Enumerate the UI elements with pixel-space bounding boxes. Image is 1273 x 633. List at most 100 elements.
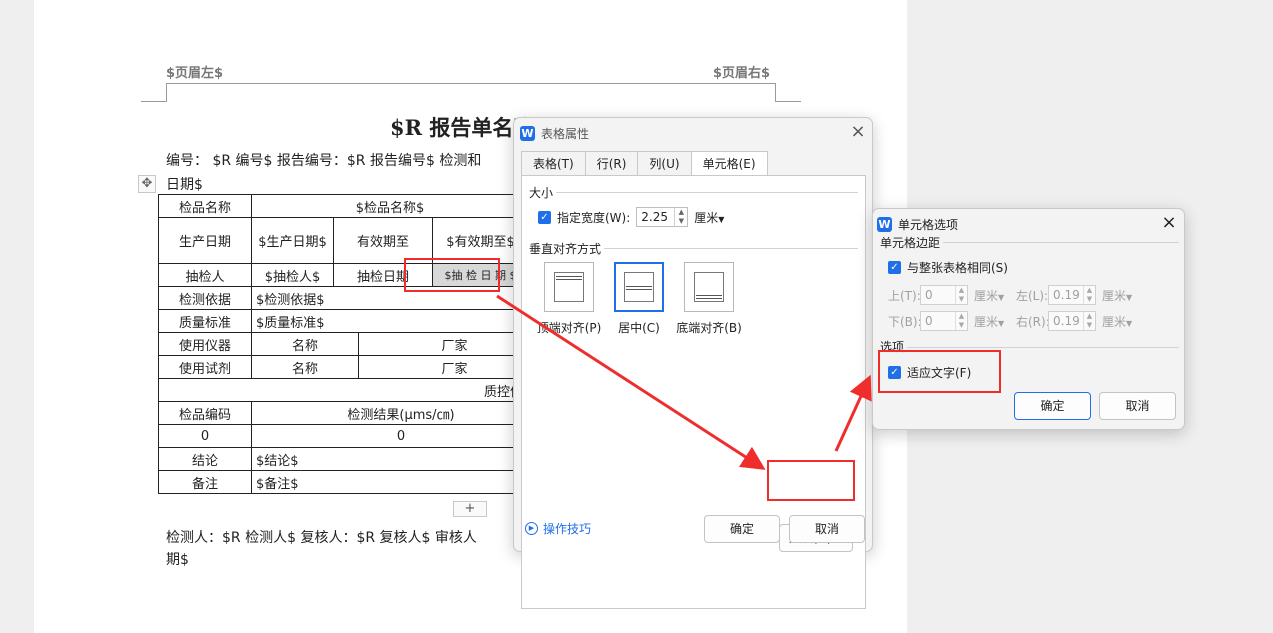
add-row-button[interactable]: + — [453, 501, 487, 517]
unit-label: 厘米 — [974, 314, 999, 329]
info-line[interactable]: 编号： $R 编号$ 报告编号：$R 报告编号$ 检测和 — [166, 150, 481, 170]
chevron-down-icon: ▼ — [718, 214, 725, 224]
table-cell[interactable]: 检品名称 — [158, 194, 252, 218]
align-line — [626, 289, 652, 290]
table-cell[interactable]: 检测结果(μms/㎝) — [250, 401, 552, 425]
table-row: 结论 $结论$ — [158, 447, 552, 471]
wps-app-icon: W — [877, 216, 892, 232]
table-cell[interactable]: 结论 — [158, 447, 252, 471]
valign-center-button[interactable] — [614, 262, 664, 312]
tips-link[interactable]: ▶ 操作技巧 — [525, 520, 591, 537]
header-divider — [166, 83, 776, 84]
dialog-titlebar: W 单元格选项 — [877, 214, 958, 234]
signature-line-continued[interactable]: 期$ — [166, 549, 189, 569]
table-row: 使用试剂 名称 厂家 — [158, 355, 552, 379]
align-line — [696, 298, 722, 299]
header-corner-left — [166, 84, 167, 102]
table-row: 质控信息 — [157, 378, 552, 402]
tab-bar: 表格(T) 行(R) 列(U) 单元格(E) — [521, 151, 768, 176]
dialog-title: 表格属性 — [541, 126, 590, 141]
align-line — [696, 295, 722, 296]
cell-tab-panel: 大小 ✓ 指定宽度(W): 2.25 ▲ ▼ 厘米▼ 垂直对齐方式 顶端对齐(P… — [521, 175, 866, 609]
section-divider — [943, 242, 1179, 243]
cancel-button[interactable]: 取消 — [1099, 392, 1176, 420]
same-as-table-row[interactable]: ✓ 与整张表格相同(S) — [888, 259, 1008, 276]
specify-width-label: 指定宽度(W): — [557, 210, 631, 225]
valign-section-label: 垂直对齐方式 — [529, 242, 602, 256]
left-label: 左(L): — [1016, 288, 1049, 303]
table-cell[interactable]: $结论$ — [250, 447, 552, 471]
cancel-button[interactable]: 取消 — [789, 515, 865, 543]
close-icon[interactable]: × — [1158, 212, 1180, 234]
cell-options-dialog: W 单元格选项 × 单元格边距 ✓ 与整张表格相同(S) 上(T): 0 ▲ ▼ 厘… — [872, 208, 1185, 430]
table-cell[interactable]: $抽检人$ — [251, 263, 334, 287]
top-label: 上(T): — [888, 288, 921, 303]
tab-cell[interactable]: 单元格(E) — [690, 151, 768, 176]
spin-arrows-icon: ▲ ▼ — [955, 286, 967, 304]
right-value: 0.19 — [1053, 314, 1080, 328]
table-cell[interactable]: $检品名称$ — [251, 194, 529, 218]
width-input[interactable]: 2.25 ▲ ▼ — [636, 207, 689, 227]
table-cell[interactable]: 质量标准 — [158, 309, 252, 333]
table-row: 生产日期 $生产日期$ 有效期至 $有效期至$ 规 — [158, 217, 552, 264]
align-line — [556, 279, 582, 280]
table-cell[interactable]: 0 — [250, 424, 552, 448]
bottom-margin-input: 0 ▲ ▼ — [920, 311, 968, 331]
table-cell[interactable]: 名称 — [251, 332, 359, 356]
dialog-titlebar: W 表格属性 — [520, 123, 589, 143]
valign-bottom-button[interactable] — [684, 262, 734, 312]
table-cell[interactable]: 抽检人 — [158, 263, 252, 287]
same-as-table-label: 与整张表格相同(S) — [907, 261, 1008, 275]
left-margin-input: 0.19 ▲ ▼ — [1048, 285, 1096, 305]
table-cell[interactable]: 0 — [158, 424, 252, 448]
specify-width-checkbox[interactable]: ✓ — [538, 210, 551, 224]
same-as-table-checkbox[interactable]: ✓ — [888, 261, 901, 274]
table-cell[interactable]: $检测依据$ — [250, 286, 552, 310]
header-right-text[interactable]: $页眉右$ — [713, 62, 770, 81]
table-cell[interactable]: $备注$ — [250, 470, 552, 494]
spin-arrows-icon[interactable]: ▲ ▼ — [674, 208, 687, 226]
margin-mark-right — [775, 101, 801, 102]
table-row: 使用仪器 名称 厂家 — [158, 332, 552, 356]
annotation-box-cell — [404, 258, 500, 292]
width-unit-dropdown[interactable]: 厘米▼ — [694, 209, 724, 226]
chevron-down-icon: ▼ — [1126, 292, 1133, 302]
date-line[interactable]: 日期$ — [166, 174, 203, 194]
left-value: 0.19 — [1053, 288, 1080, 302]
table-cell[interactable]: 使用仪器 — [158, 332, 252, 356]
close-icon[interactable]: × — [847, 121, 869, 143]
table-cell[interactable]: 备注 — [158, 470, 252, 494]
table-cell[interactable]: 使用试剂 — [158, 355, 252, 379]
width-value: 2.25 — [641, 210, 668, 224]
spin-arrows-icon: ▲ ▼ — [955, 312, 967, 330]
table-cell[interactable]: 生产日期 — [158, 217, 252, 264]
table-cell[interactable]: $生产日期$ — [251, 217, 334, 264]
margins-section-label: 单元格边距 — [880, 236, 941, 250]
table-cell[interactable]: 有效期至 — [333, 217, 433, 264]
annotation-box-fit-text — [878, 350, 1001, 393]
bottom-label: 下(B): — [888, 314, 922, 329]
valign-top-button[interactable] — [544, 262, 594, 312]
right-label: 右(R): — [1016, 314, 1050, 329]
table-row: 质量标准 $质量标准$ — [158, 309, 552, 333]
tab-column[interactable]: 列(U) — [637, 151, 692, 175]
table-cell[interactable]: 名称 — [251, 355, 359, 379]
table-move-handle-icon[interactable]: ✥ — [138, 175, 156, 193]
unit-label: 厘米 — [1102, 288, 1127, 303]
table-cell[interactable]: 质控信息 — [157, 378, 552, 402]
table-cell[interactable]: $质量标准$ — [250, 309, 552, 333]
header-left-text[interactable]: $页眉左$ — [166, 62, 223, 81]
unit-dropdown: 厘米▼ — [974, 313, 1010, 330]
valign-top-label: 顶端对齐(P) — [536, 321, 602, 335]
signature-line[interactable]: 检测人：$R 检测人$ 复核人：$R 复核人$ 审核人 — [166, 527, 477, 547]
header-corner-right — [775, 84, 776, 102]
ok-button[interactable]: 确定 — [704, 515, 780, 543]
align-line — [556, 276, 582, 277]
table-row: 检品名称 $检品名称$ 检 — [158, 194, 552, 218]
tab-table[interactable]: 表格(T) — [521, 151, 586, 175]
ok-button[interactable]: 确定 — [1014, 392, 1091, 420]
table-cell[interactable]: 检品编码 — [158, 401, 252, 425]
tab-row[interactable]: 行(R) — [584, 151, 639, 175]
report-table[interactable]: 检品名称 $检品名称$ 检 生产日期 $生产日期$ 有效期至 $有效期至$ 规 … — [157, 194, 552, 494]
table-cell[interactable]: 检测依据 — [158, 286, 252, 310]
